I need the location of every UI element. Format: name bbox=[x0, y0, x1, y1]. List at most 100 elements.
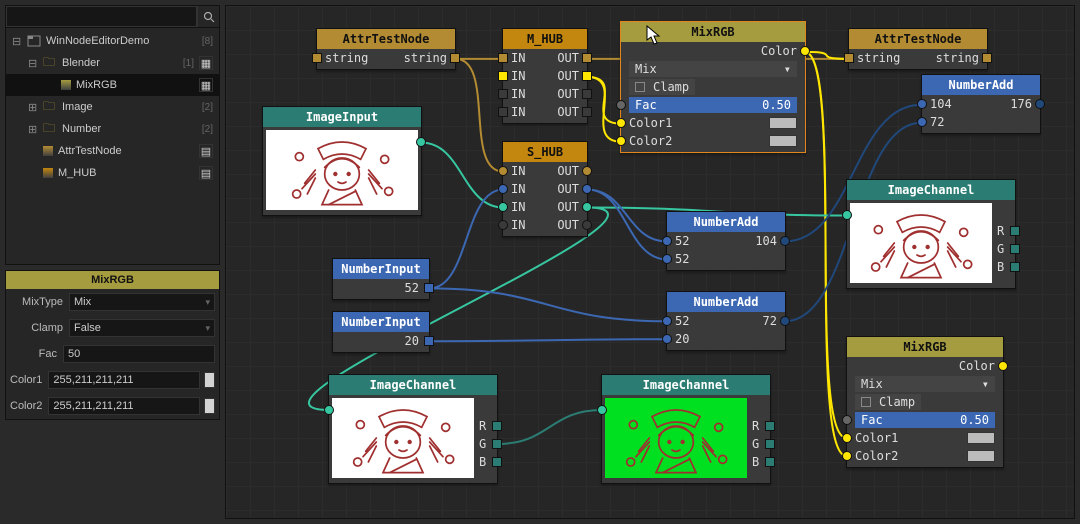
tree-action-icon[interactable]: ▦ bbox=[199, 78, 213, 92]
port-out-b[interactable] bbox=[765, 457, 775, 467]
port-in-color1[interactable] bbox=[616, 118, 626, 128]
port-out-r[interactable] bbox=[492, 421, 502, 431]
port-in[interactable] bbox=[498, 166, 508, 176]
property-input[interactable] bbox=[48, 371, 200, 389]
port-in[interactable] bbox=[844, 53, 854, 63]
port-out-g[interactable] bbox=[765, 439, 775, 449]
port-out[interactable] bbox=[424, 283, 434, 293]
node-numberadd[interactable]: NumberAdd 104 176 72 bbox=[921, 74, 1041, 134]
port-out[interactable] bbox=[780, 236, 790, 246]
port-in[interactable] bbox=[498, 107, 508, 117]
port-out-image[interactable] bbox=[416, 137, 426, 147]
node-imagechannel[interactable]: ImageChannel R G B bbox=[601, 374, 771, 484]
color-swatch[interactable] bbox=[967, 432, 995, 444]
port-out[interactable] bbox=[450, 53, 460, 63]
tree-row[interactable]: M_HUB▤ bbox=[6, 162, 219, 184]
node-imageinput[interactable]: ImageInput bbox=[262, 106, 422, 216]
port-in[interactable] bbox=[917, 117, 927, 127]
port-in[interactable] bbox=[498, 71, 508, 81]
color-swatch[interactable] bbox=[204, 372, 215, 388]
node-mhub[interactable]: M_HUB IN OUT IN OUT bbox=[502, 28, 588, 124]
port-out[interactable] bbox=[582, 71, 592, 81]
node-imagechannel[interactable]: ImageChannel R G B bbox=[328, 374, 498, 484]
port-in[interactable] bbox=[498, 202, 508, 212]
port-in[interactable] bbox=[662, 334, 672, 344]
expand-icon[interactable]: ⊟ bbox=[28, 57, 38, 70]
port-out-g[interactable] bbox=[1010, 244, 1020, 254]
node-attrtestnode[interactable]: AttrTestNode string string bbox=[848, 28, 988, 70]
port-in[interactable] bbox=[312, 53, 322, 63]
node-row-fac[interactable]: Fac0.50 bbox=[847, 411, 1003, 429]
port-out[interactable] bbox=[582, 89, 592, 99]
node-row-mixtype[interactable]: Mix▾ bbox=[621, 60, 805, 78]
search-icon[interactable] bbox=[197, 6, 219, 27]
port-in-color1[interactable] bbox=[842, 433, 852, 443]
port-out-color[interactable] bbox=[998, 361, 1008, 371]
port-out-color[interactable] bbox=[800, 46, 810, 56]
port-in[interactable] bbox=[498, 220, 508, 230]
port-in-image[interactable] bbox=[324, 405, 334, 415]
tree-action-icon[interactable]: ▤ bbox=[199, 144, 213, 158]
tree-row[interactable]: ⊟🗀Blender[1]▦ bbox=[6, 52, 219, 74]
property-select[interactable]: False▾ bbox=[69, 319, 215, 337]
port-out[interactable] bbox=[582, 220, 592, 230]
tree-row[interactable]: ⊞🗀Image[2] bbox=[6, 96, 219, 118]
node-numberinput[interactable]: NumberInput 20 bbox=[332, 311, 430, 353]
port-in[interactable] bbox=[498, 53, 508, 63]
tree-row-root[interactable]: ⊟ WinNodeEditorDemo [8] bbox=[6, 30, 219, 52]
node-imagechannel[interactable]: ImageChannel R G B bbox=[846, 179, 1016, 289]
port-in-fac[interactable] bbox=[842, 415, 852, 425]
tree-row[interactable]: AttrTestNode▤ bbox=[6, 140, 219, 162]
search-input[interactable] bbox=[6, 6, 197, 27]
port-out[interactable] bbox=[582, 53, 592, 63]
node-attrtestnode[interactable]: AttrTestNode string string bbox=[316, 28, 456, 70]
port-out[interactable] bbox=[1035, 99, 1045, 109]
node-row-mixtype[interactable]: Mix▾ bbox=[847, 375, 1003, 393]
node-row-clamp[interactable]: Clamp bbox=[621, 78, 805, 96]
property-input[interactable] bbox=[48, 397, 200, 415]
tree-row[interactable]: ⊞🗀Number[2] bbox=[6, 118, 219, 140]
port-out[interactable] bbox=[982, 53, 992, 63]
port-in[interactable] bbox=[662, 316, 672, 326]
port-out-g[interactable] bbox=[492, 439, 502, 449]
port-out[interactable] bbox=[582, 107, 592, 117]
port-out-b[interactable] bbox=[492, 457, 502, 467]
expand-icon[interactable]: ⊞ bbox=[28, 123, 38, 136]
port-in-image[interactable] bbox=[842, 210, 852, 220]
port-in[interactable] bbox=[917, 99, 927, 109]
expand-icon[interactable]: ⊟ bbox=[12, 35, 22, 48]
port-in-color2[interactable] bbox=[842, 451, 852, 461]
color-swatch[interactable] bbox=[769, 117, 797, 129]
tree-row[interactable]: MixRGB▦ bbox=[6, 74, 219, 96]
color-swatch[interactable] bbox=[204, 398, 215, 414]
port-in[interactable] bbox=[498, 89, 508, 99]
tree-action-icon[interactable]: ▦ bbox=[199, 56, 213, 70]
tree-action-icon[interactable]: ▤ bbox=[199, 166, 213, 180]
checkbox[interactable] bbox=[635, 82, 645, 92]
node-numberadd[interactable]: NumberAdd 52 72 20 bbox=[666, 291, 786, 351]
port-out[interactable] bbox=[424, 336, 434, 346]
node-shub[interactable]: S_HUB IN OUT IN OUT bbox=[502, 141, 588, 237]
color-swatch[interactable] bbox=[967, 450, 995, 462]
port-in[interactable] bbox=[498, 184, 508, 194]
node-row-clamp[interactable]: Clamp bbox=[847, 393, 1003, 411]
canvas[interactable]: AttrTestNode string string M_HUB IN bbox=[225, 5, 1075, 519]
color-swatch[interactable] bbox=[769, 135, 797, 147]
property-input[interactable] bbox=[63, 345, 215, 363]
port-in[interactable] bbox=[662, 236, 672, 246]
checkbox[interactable] bbox=[861, 397, 871, 407]
port-out[interactable] bbox=[582, 184, 592, 194]
node-mixrgb[interactable]: MixRGB Color Mix▾ Clamp Fac0.50 bbox=[846, 336, 1004, 468]
port-in-fac[interactable] bbox=[616, 100, 626, 110]
property-select[interactable]: Mix▾ bbox=[69, 293, 215, 311]
port-in[interactable] bbox=[662, 254, 672, 264]
port-in-image[interactable] bbox=[597, 405, 607, 415]
port-out-r[interactable] bbox=[765, 421, 775, 431]
node-mixrgb[interactable]: MixRGB Color Mix▾ Clamp Fac0.50 bbox=[620, 21, 806, 153]
port-out[interactable] bbox=[582, 166, 592, 176]
port-out[interactable] bbox=[582, 202, 592, 212]
node-numberinput[interactable]: NumberInput 52 bbox=[332, 258, 430, 300]
port-out-b[interactable] bbox=[1010, 262, 1020, 272]
expand-icon[interactable]: ⊞ bbox=[28, 101, 38, 114]
node-numberadd[interactable]: NumberAdd 52 104 52 bbox=[666, 211, 786, 271]
